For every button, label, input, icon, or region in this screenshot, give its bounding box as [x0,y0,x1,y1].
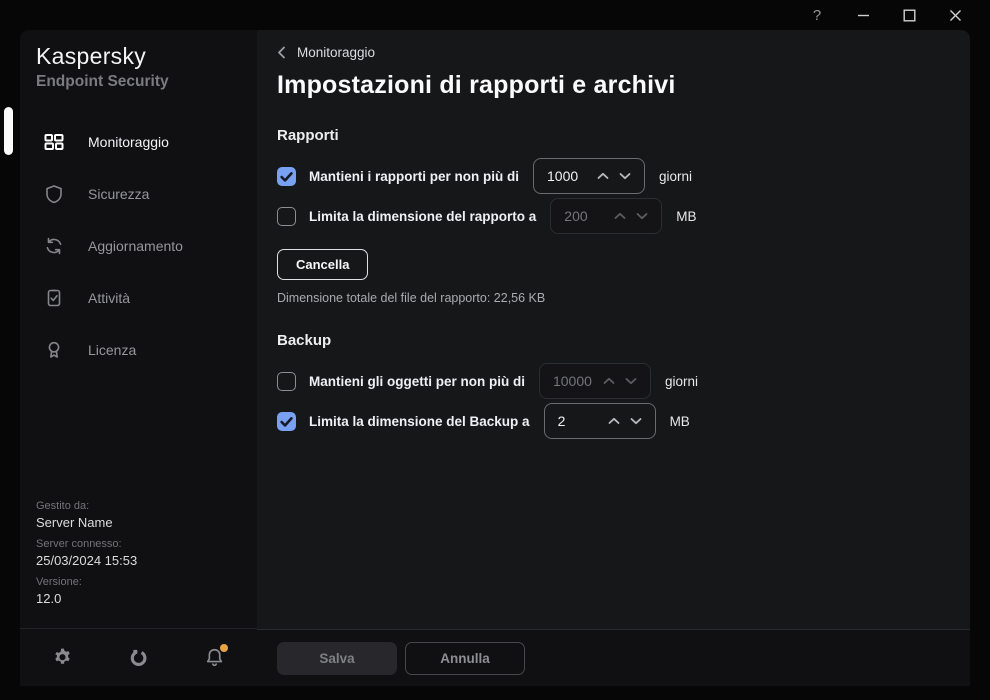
sidebar-item-label: Monitoraggio [88,134,169,150]
keep-reports-label[interactable]: Mantieni i rapporti per non più di [309,169,519,184]
backup-size-spinner[interactable]: 2 [544,403,656,439]
sidebar-item-label: Attività [88,290,130,306]
support-icon[interactable] [128,647,149,668]
active-nav-indicator [4,107,13,155]
server-info: Gestito da: Server Name Server connesso:… [36,500,137,606]
page-title: Impostazioni di rapporti e archivi [277,71,948,100]
sidebar: Kaspersky Endpoint Security Monitoraggio [20,30,257,686]
decrement-icon [620,377,642,385]
clear-reports-button[interactable]: Cancella [277,249,368,280]
backup-days-value: 10000 [553,373,598,389]
managed-by-label: Gestito da: [36,500,137,512]
backup-heading: Backup [277,332,948,349]
backup-size-unit: MB [670,414,690,429]
decrement-icon [631,212,653,220]
keep-objects-label[interactable]: Mantieni gli oggetti per non più di [309,374,525,389]
report-days-value[interactable]: 1000 [547,168,592,184]
brand-name: Kaspersky [36,43,257,70]
notification-dot [220,644,228,652]
breadcrumb[interactable]: Monitoraggio [277,45,375,60]
limit-backup-size-checkbox[interactable] [277,412,296,431]
minimize-icon[interactable] [840,0,886,30]
report-size-unit: MB [676,209,696,224]
notifications-bell-icon[interactable] [204,647,225,668]
clipboard-check-icon [44,288,64,308]
backup-size-value[interactable]: 2 [558,413,603,429]
report-days-unit: giorni [659,169,692,184]
increment-icon[interactable] [603,417,625,425]
managed-by-value: Server Name [36,515,137,530]
increment-icon [598,377,620,385]
app-window: Kaspersky Endpoint Security Monitoraggio [20,30,970,686]
sidebar-item-label: Sicurezza [88,186,149,202]
report-size-spinner: 200 [550,198,662,234]
limit-report-size-label[interactable]: Limita la dimensione del rapporto a [309,209,536,224]
shield-icon [44,184,64,204]
sidebar-footer [20,628,257,686]
report-size-value: 200 [564,208,609,224]
help-icon[interactable]: ? [794,0,840,30]
dashboard-icon [44,132,64,152]
settings-gear-icon[interactable] [52,647,73,668]
keep-objects-row: Mantieni gli oggetti per non più di 1000… [277,363,948,399]
sidebar-item-aggiornamento[interactable]: Aggiornamento [20,220,257,272]
cancel-button[interactable]: Annulla [405,642,525,675]
backup-days-unit: giorni [665,374,698,389]
save-button[interactable]: Salva [277,642,397,675]
limit-report-size-row: Limita la dimensione del rapporto a 200 … [277,198,948,234]
maximize-icon[interactable] [886,0,932,30]
keep-objects-checkbox[interactable] [277,372,296,391]
sidebar-item-monitoraggio[interactable]: Monitoraggio [20,116,257,168]
license-medal-icon [44,340,64,360]
keep-reports-row: Mantieni i rapporti per non più di 1000 … [277,158,948,194]
brand-logo: Kaspersky Endpoint Security [20,30,257,91]
breadcrumb-label[interactable]: Monitoraggio [297,45,375,60]
titlebar: ? [0,0,990,30]
increment-icon[interactable] [592,172,614,180]
report-total-size-text: Dimensione totale del file del rapporto:… [277,291,948,305]
decrement-icon[interactable] [614,172,636,180]
brand-product: Endpoint Security [36,73,257,91]
decrement-icon[interactable] [625,417,647,425]
backup-days-spinner: 10000 [539,363,651,399]
increment-icon [609,212,631,220]
rapporti-heading: Rapporti [277,127,948,144]
action-bar: Salva Annulla [257,629,970,686]
sidebar-item-label: Licenza [88,342,136,358]
server-connected-value: 25/03/2024 15:53 [36,553,137,568]
limit-backup-size-label[interactable]: Limita la dimensione del Backup a [309,414,530,429]
limit-report-size-checkbox[interactable] [277,207,296,226]
refresh-icon [44,236,64,256]
sidebar-nav: Monitoraggio Sicurezza [20,116,257,376]
sidebar-item-sicurezza[interactable]: Sicurezza [20,168,257,220]
sidebar-item-licenza[interactable]: Licenza [20,324,257,376]
sidebar-item-attivita[interactable]: Attività [20,272,257,324]
keep-reports-checkbox[interactable] [277,167,296,186]
back-chevron-icon [277,46,286,59]
report-days-spinner[interactable]: 1000 [533,158,645,194]
close-icon[interactable] [932,0,978,30]
main-content: Monitoraggio Impostazioni di rapporti e … [257,30,970,686]
version-value: 12.0 [36,591,137,606]
version-label: Versione: [36,576,137,588]
sidebar-item-label: Aggiornamento [88,238,183,254]
limit-backup-size-row: Limita la dimensione del Backup a 2 MB [277,403,948,439]
server-connected-label: Server connesso: [36,538,137,550]
